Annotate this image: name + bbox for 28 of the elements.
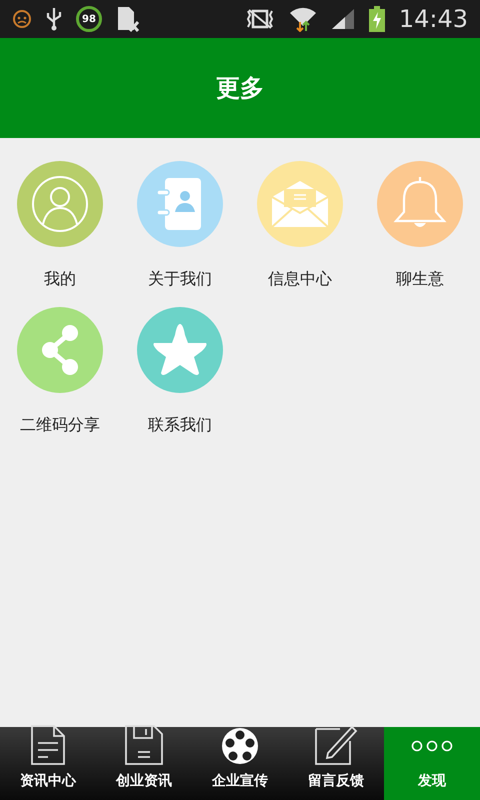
page-title: 更多 bbox=[216, 73, 264, 104]
wifi-icon bbox=[288, 6, 317, 32]
tab-button[interactable]: 发现 bbox=[384, 727, 480, 800]
vibrate-icon bbox=[244, 8, 275, 30]
tab-button[interactable]: 留言反馈 bbox=[288, 727, 384, 800]
battery-level-badge: 98 bbox=[76, 6, 102, 32]
tab-button[interactable]: 企业宣传 bbox=[192, 727, 288, 800]
face-icon bbox=[12, 9, 32, 29]
menu-tile-label[interactable]: 聊生意 bbox=[396, 267, 444, 291]
tab-button[interactable]: 资讯中心 bbox=[0, 727, 96, 800]
battery-charging-icon bbox=[368, 6, 385, 32]
envelope-icon bbox=[270, 179, 330, 229]
menu-tile-label[interactable]: 我的 bbox=[44, 267, 76, 291]
person-icon bbox=[30, 174, 90, 234]
menu-tile-label[interactable]: 二维码分享 bbox=[20, 413, 100, 437]
menu-tile-label[interactable]: 联系我们 bbox=[148, 413, 212, 437]
sim-card-icon bbox=[116, 6, 140, 32]
pencil-square-icon bbox=[314, 723, 358, 765]
signal-icon bbox=[330, 8, 355, 30]
three-dots-icon bbox=[411, 740, 453, 752]
clock-time: 14:43 bbox=[398, 4, 468, 35]
usb-icon bbox=[46, 7, 62, 31]
menu-tile-label[interactable]: 信息中心 bbox=[268, 267, 332, 291]
film-reel-icon bbox=[221, 727, 259, 765]
floppy-disk-icon bbox=[124, 725, 164, 765]
tab-button[interactable]: 创业资讯 bbox=[96, 727, 192, 800]
document-icon bbox=[30, 725, 66, 765]
menu-tile-label[interactable]: 关于我们 bbox=[148, 267, 212, 291]
